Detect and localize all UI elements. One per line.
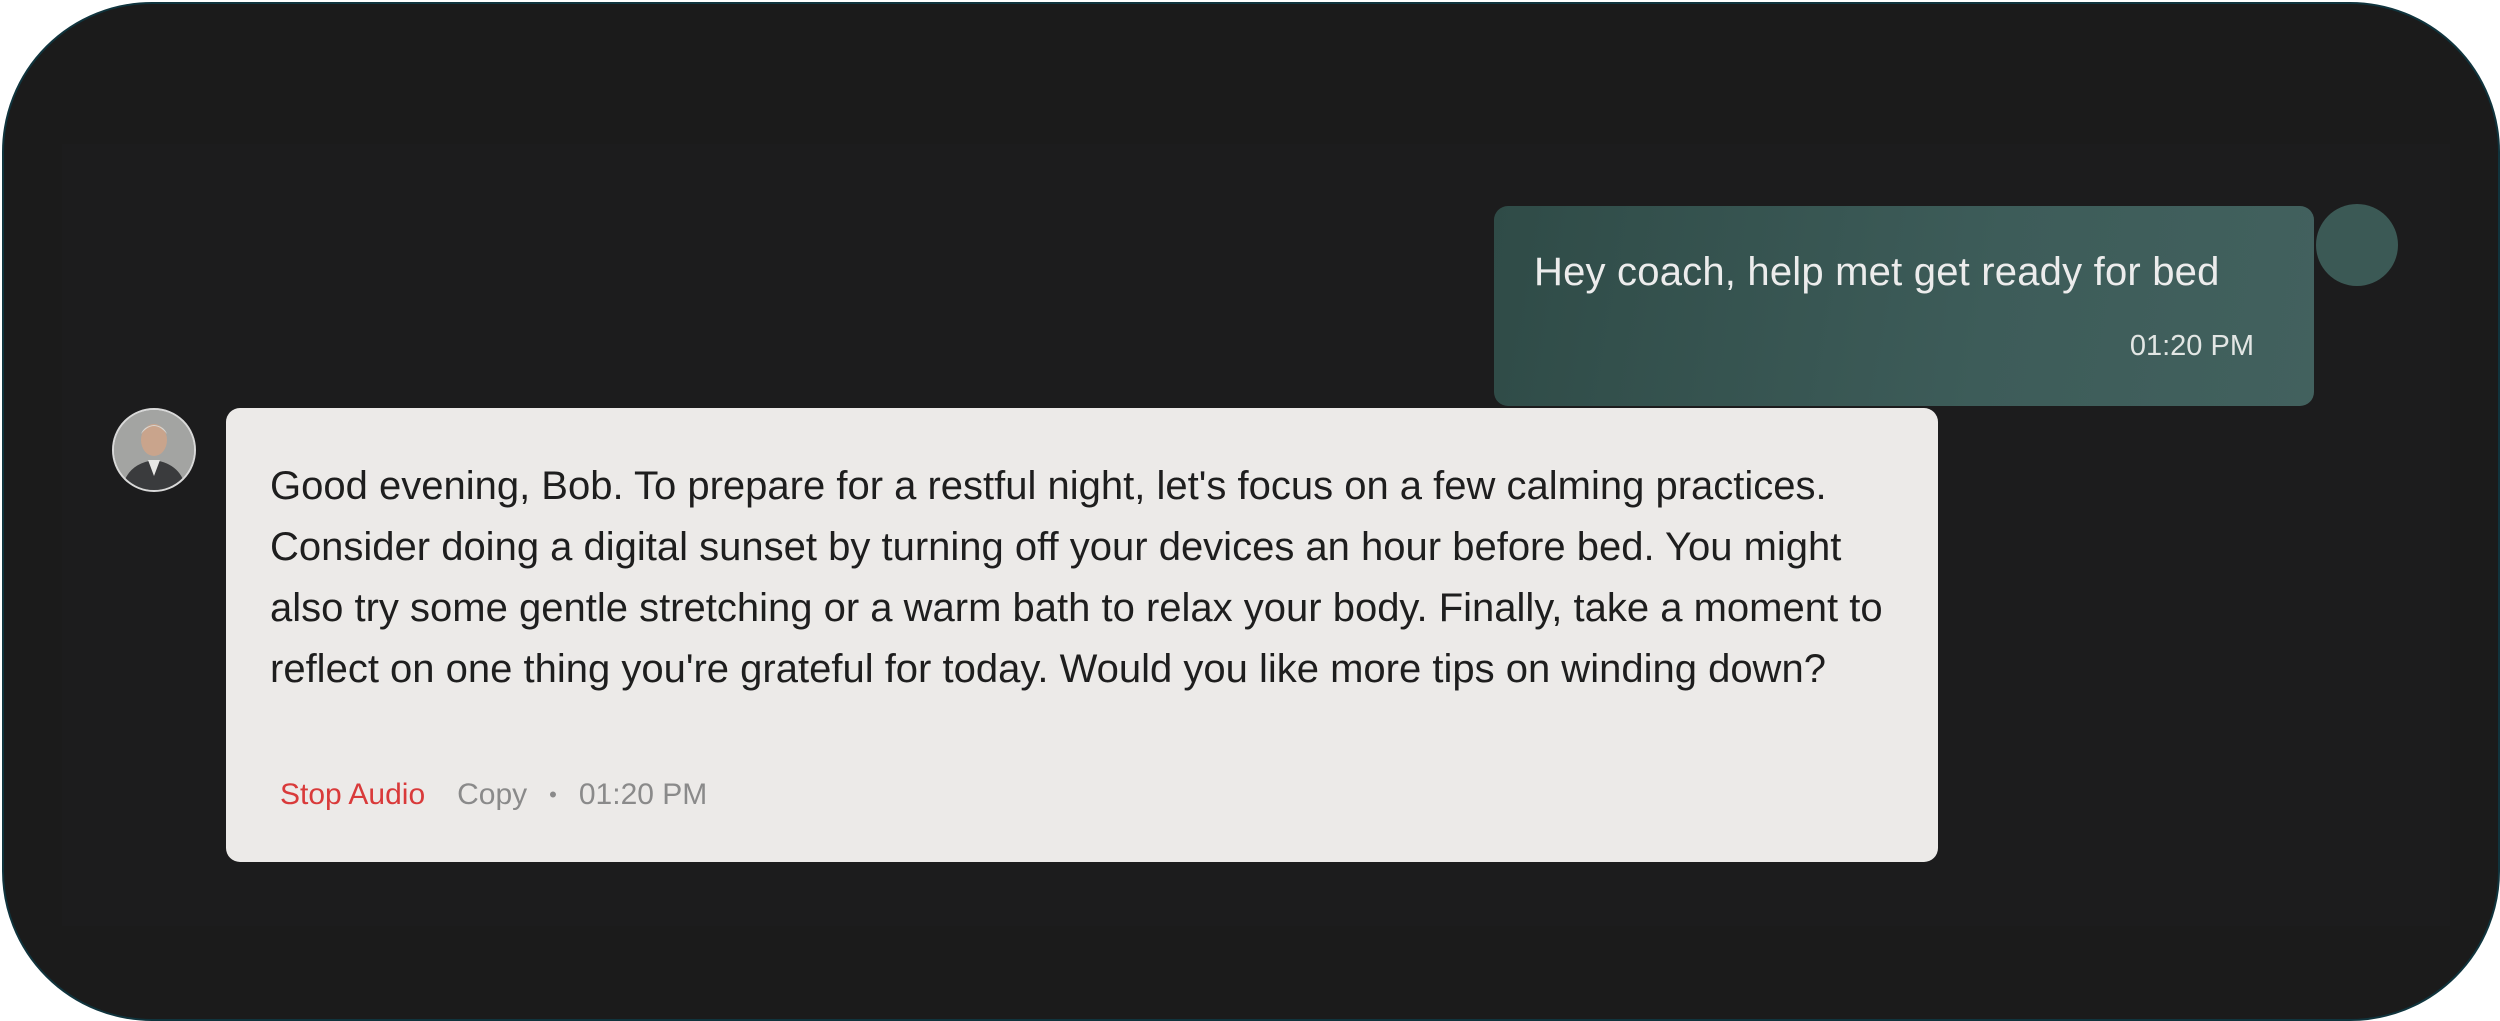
separator-dot: •	[549, 782, 557, 807]
coach-message-text: Good evening, Bob. To prepare for a rest…	[270, 464, 1883, 691]
stop-audio-button[interactable]: Stop Audio	[280, 778, 425, 812]
coach-avatar	[112, 408, 196, 492]
user-avatar	[2316, 204, 2398, 286]
user-message-bubble: Hey coach, help met get ready for bed 01…	[1494, 206, 2314, 406]
app-window: Hey coach, help met get ready for bed 01…	[2, 2, 2500, 1021]
user-message-timestamp: 01:20 PM	[2129, 330, 2254, 362]
coach-message-timestamp: 01:20 PM	[578, 778, 708, 811]
user-message-text: Hey coach, help met get ready for bed	[1534, 250, 2220, 294]
coach-portrait-icon	[114, 410, 194, 490]
copy-button[interactable]: Copy	[457, 778, 527, 812]
coach-message-bubble: Good evening, Bob. To prepare for a rest…	[226, 408, 1938, 862]
message-actions: Stop Audio Copy • 01:20 PM	[280, 778, 707, 812]
